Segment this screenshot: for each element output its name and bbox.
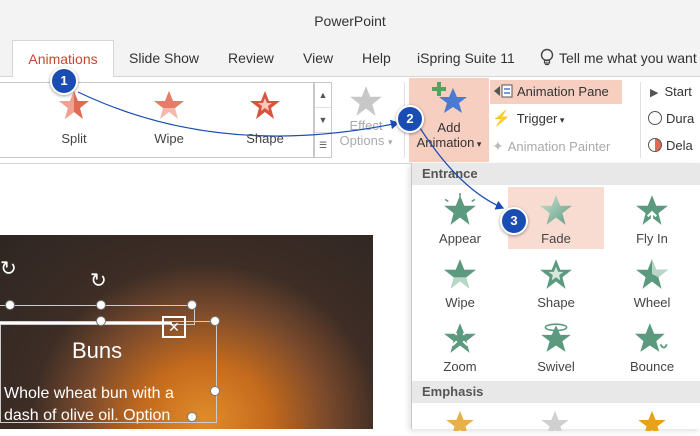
slide-title[interactable]: Buns bbox=[72, 338, 122, 364]
trigger-button[interactable]: ⚡ Trigger ▾ bbox=[492, 107, 564, 131]
clock-icon bbox=[648, 111, 662, 125]
resize-handle[interactable] bbox=[5, 300, 15, 310]
effect-label: Zoom bbox=[443, 359, 477, 374]
resize-handle[interactable] bbox=[96, 316, 106, 326]
gallery-item-label: Wipe bbox=[154, 131, 184, 146]
effect-zoom[interactable]: Zoom bbox=[412, 315, 508, 377]
effect-label: Appear bbox=[439, 231, 481, 246]
effect-wheel[interactable]: Wheel bbox=[604, 251, 700, 313]
shape-green-star-icon bbox=[540, 259, 572, 289]
gallery-item-shape[interactable]: Shape bbox=[230, 83, 300, 157]
emphasis-header: Emphasis bbox=[412, 381, 700, 403]
effect-options-label-1: Effect bbox=[349, 118, 383, 133]
effect-label: Bounce bbox=[629, 359, 675, 374]
animation-dropdown: Entrance Appear Fade Fly In Wipe Shape W… bbox=[411, 163, 700, 436]
gallery-item-label: Split bbox=[61, 131, 87, 146]
lightning-icon: ⚡ bbox=[492, 110, 511, 127]
effect-wipe[interactable]: Wipe bbox=[412, 251, 508, 313]
timing-start-label: Start bbox=[664, 84, 692, 99]
bounce-star-icon bbox=[635, 323, 668, 352]
resize-handle[interactable] bbox=[210, 316, 220, 326]
effect-options-button[interactable]: Effect Options ▾ bbox=[336, 82, 396, 162]
tab-help[interactable]: Help bbox=[362, 40, 391, 76]
gallery-scrollbar[interactable]: ▲ ▼ ☰ bbox=[314, 82, 332, 158]
effect-appear[interactable]: Appear bbox=[412, 187, 508, 249]
resize-handle[interactable] bbox=[187, 300, 197, 310]
timing-delay[interactable]: Dela bbox=[648, 134, 693, 158]
emphasis-gold-star-icon[interactable] bbox=[445, 409, 475, 436]
effect-swivel[interactable]: Swivel bbox=[508, 315, 604, 377]
animation-pane-button[interactable]: Animation Pane bbox=[490, 80, 622, 104]
play-icon: ▶ bbox=[650, 87, 659, 99]
zoom-star-icon bbox=[444, 323, 476, 353]
effect-star-icon bbox=[350, 86, 382, 116]
effect-label: Shape bbox=[537, 295, 575, 310]
effect-label: Fly In bbox=[636, 231, 668, 246]
tab-slide-show[interactable]: Slide Show bbox=[129, 40, 199, 76]
timing-duration[interactable]: Dura bbox=[648, 107, 694, 131]
shape-star-icon bbox=[250, 91, 280, 119]
rotate-handle-icon[interactable]: ↻ bbox=[90, 268, 107, 293]
add-star-icon bbox=[432, 82, 467, 113]
gallery-item-label: Shape bbox=[246, 131, 284, 146]
wipe-green-star-icon bbox=[444, 259, 476, 289]
rotate-handle-icon[interactable]: ↻ bbox=[0, 256, 17, 281]
effect-label: Swivel bbox=[537, 359, 575, 374]
animation-painter-button[interactable]: ✦ Animation Painter bbox=[492, 134, 610, 158]
title-underline bbox=[0, 322, 172, 324]
tell-me-search[interactable]: Tell me what you want bbox=[540, 40, 697, 76]
painter-star-icon: ✦ bbox=[492, 138, 504, 154]
ribbon-divider bbox=[640, 82, 641, 158]
fade-star-icon bbox=[540, 195, 572, 225]
effect-label: Wheel bbox=[633, 295, 671, 310]
step-badge-2: 2 bbox=[396, 105, 424, 133]
emphasis-orange-star-icon[interactable] bbox=[637, 409, 667, 436]
add-animation-label-2: Animation ▾ bbox=[416, 135, 482, 150]
step-badge-3: 3 bbox=[500, 207, 528, 235]
animation-pane-label: Animation Pane bbox=[517, 84, 609, 99]
entrance-header: Entrance bbox=[412, 163, 700, 185]
gallery-item-label: t bbox=[0, 131, 30, 146]
wipe-star-icon bbox=[154, 91, 184, 119]
gallery-scroll-down-icon[interactable]: ▼ bbox=[315, 108, 331, 133]
gallery-item-wipe[interactable]: Wipe bbox=[134, 83, 204, 157]
timing-duration-label: Dura bbox=[666, 111, 695, 126]
close-icon[interactable]: ✕ bbox=[162, 316, 186, 338]
tab-view[interactable]: View bbox=[303, 40, 333, 76]
lightbulb-icon bbox=[540, 48, 554, 66]
delay-clock-icon bbox=[648, 138, 662, 152]
title-bar: PowerPoint bbox=[0, 0, 700, 40]
step-badge-1: 1 bbox=[50, 67, 78, 95]
swivel-star-icon bbox=[541, 323, 571, 352]
animation-pane-icon bbox=[494, 84, 513, 98]
tab-review[interactable]: Review bbox=[228, 40, 274, 76]
tab-ispring-suite[interactable]: iSpring Suite 11 bbox=[417, 40, 515, 76]
effect-fly-in[interactable]: Fly In bbox=[604, 187, 700, 249]
effect-label: Fade bbox=[541, 231, 571, 246]
resize-handle[interactable] bbox=[210, 386, 220, 396]
resize-handle[interactable] bbox=[187, 412, 197, 422]
effect-options-label-2: Options ▾ bbox=[339, 133, 393, 148]
gallery-item[interactable]: t bbox=[0, 83, 30, 157]
timing-start[interactable]: ▶ Start bbox=[650, 80, 692, 104]
emphasis-grey-star-icon[interactable] bbox=[540, 409, 570, 436]
ribbon-tabs: Animations Slide Show Review View Help i… bbox=[0, 40, 700, 78]
effect-bounce[interactable]: Bounce bbox=[604, 315, 700, 377]
animation-painter-label: Animation Painter bbox=[507, 139, 611, 154]
gallery-scroll-up-icon[interactable]: ▲ bbox=[315, 83, 331, 108]
appear-star-icon bbox=[444, 193, 476, 225]
effect-shape[interactable]: Shape bbox=[508, 251, 604, 313]
trigger-label: Trigger bbox=[516, 111, 558, 126]
effect-label: Wipe bbox=[445, 295, 475, 310]
fly-in-star-icon bbox=[636, 195, 668, 225]
resize-handle[interactable] bbox=[96, 300, 106, 310]
window-title: PowerPoint bbox=[314, 13, 386, 29]
wheel-star-icon bbox=[636, 259, 668, 289]
gallery-more-icon[interactable]: ☰ bbox=[315, 133, 331, 157]
timing-delay-label: Dela bbox=[666, 138, 693, 153]
gallery-item-split[interactable]: Split bbox=[39, 83, 109, 157]
tell-me-label: Tell me what you want bbox=[559, 50, 697, 66]
animation-gallery: t Split Wipe Shape bbox=[0, 82, 314, 158]
